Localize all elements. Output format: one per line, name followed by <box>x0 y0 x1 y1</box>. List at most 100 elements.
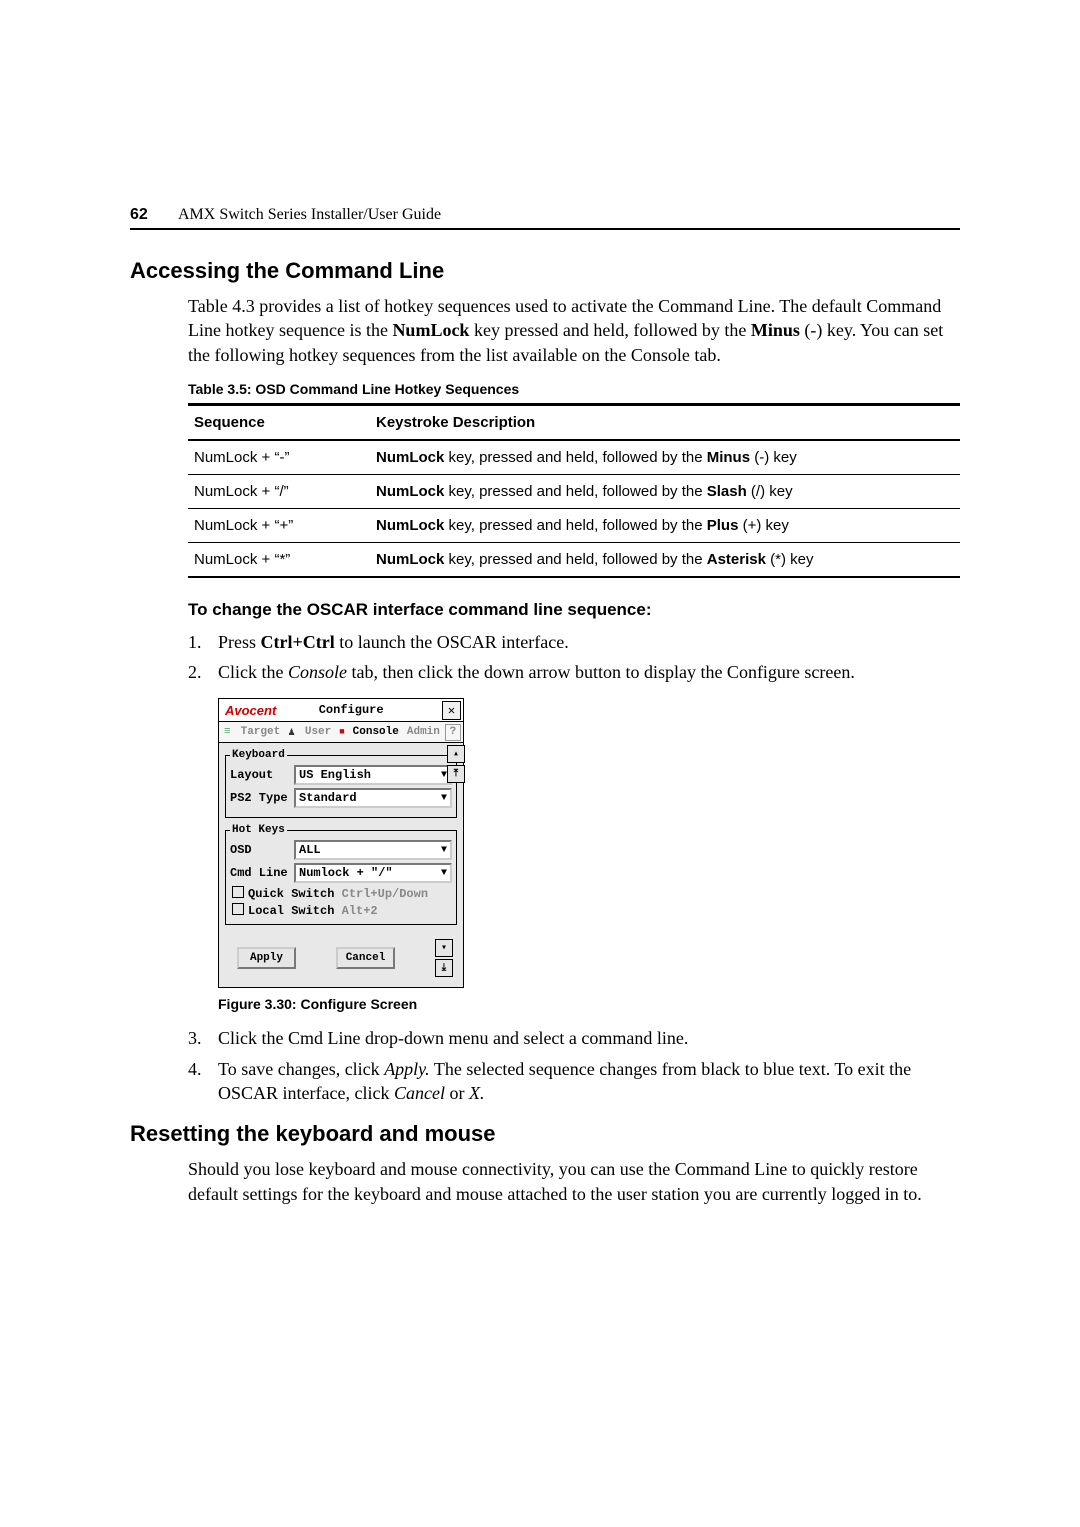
hotkeys-legend: Hot Keys <box>230 824 287 836</box>
text: (+) key <box>738 517 788 534</box>
configure-dialog: Avocent Configure ✕ Target User ■Console… <box>218 698 464 988</box>
text: Click the <box>218 662 288 682</box>
target-icon <box>221 726 236 738</box>
cmdline-intro: Table 4.3 provides a list of hotkey sequ… <box>188 294 960 367</box>
term-minus: Minus <box>751 320 800 340</box>
keyboard-group: Keyboard Layout US English▼ PS2 Type Sta… <box>225 749 457 818</box>
tab-bar: Target User ■Console Admin ? <box>219 722 463 743</box>
term: NumLock <box>376 483 444 500</box>
tab-admin[interactable]: Admin <box>404 726 443 738</box>
avocent-logo: Avocent <box>221 703 280 718</box>
header-divider <box>130 228 960 230</box>
text: (-) <box>800 320 827 340</box>
text: Press <box>218 632 261 652</box>
cell-seq: NumLock + “*” <box>188 542 370 577</box>
layout-dropdown[interactable]: US English▼ <box>294 765 452 785</box>
term: Cancel <box>394 1083 445 1103</box>
steps-1-2: Press Ctrl+Ctrl to launch the OSCAR inte… <box>188 630 960 685</box>
text: (/) key <box>747 483 793 500</box>
tab-user[interactable]: User <box>302 726 334 738</box>
table-row: NumLock + “+” NumLock key, pressed and h… <box>188 508 960 542</box>
ps2-dropdown[interactable]: Standard ▼ <box>294 788 452 808</box>
page-number: 62 <box>130 206 148 224</box>
table-row: NumLock + “*” NumLock key, pressed and h… <box>188 542 960 577</box>
term-numlock: NumLock <box>392 320 469 340</box>
ps2-value: Standard <box>299 791 357 805</box>
col-sequence: Sequence <box>188 404 370 440</box>
list-item: Click the Console tab, then click the do… <box>188 660 960 684</box>
text: tab, then click the down arrow button to… <box>347 662 855 682</box>
user-icon <box>285 725 300 739</box>
section-heading-cmdline: Accessing the Command Line <box>130 258 960 284</box>
local-switch-hint: Alt+2 <box>342 904 378 918</box>
scroll-top-button[interactable]: ⤒ <box>447 765 465 783</box>
text: (*) key <box>766 551 814 568</box>
hotkeys-group: Hot Keys OSD ALL ▼ Cmd Line Numlock + "/"… <box>225 824 457 925</box>
dialog-title: Configure <box>280 703 442 717</box>
quick-switch-checkbox[interactable] <box>232 886 244 898</box>
tab-console[interactable]: Console <box>350 726 402 738</box>
table-caption: Table 3.5: OSD Command Line Hotkey Seque… <box>188 381 960 397</box>
term: Apply. <box>384 1059 430 1079</box>
quick-switch-row[interactable]: Quick Switch Ctrl+Up/Down <box>232 886 452 901</box>
text: key, pressed and held, followed by the <box>444 517 706 534</box>
reset-para: Should you lose keyboard and mouse conne… <box>188 1157 960 1206</box>
term: Ctrl+Ctrl <box>261 632 335 652</box>
figure-caption: Figure 3.30: Configure Screen <box>218 996 960 1012</box>
scroll-down-button[interactable]: ▾ <box>435 939 453 957</box>
list-item: To save changes, click Apply. The select… <box>188 1057 960 1106</box>
cmdline-label: Cmd Line <box>230 866 294 880</box>
text: key, pressed and held, followed by the <box>444 551 706 568</box>
subheading-change-seq: To change the OSCAR interface command li… <box>188 600 960 620</box>
quick-switch-hint: Ctrl+Up/Down <box>342 887 428 901</box>
cell-desc: NumLock key, pressed and held, followed … <box>370 508 960 542</box>
text: or <box>445 1083 469 1103</box>
section-heading-reset: Resetting the keyboard and mouse <box>130 1121 960 1147</box>
cell-desc: NumLock key, pressed and held, followed … <box>370 474 960 508</box>
cancel-button[interactable]: Cancel <box>336 947 395 969</box>
help-button[interactable]: ? <box>445 724 461 741</box>
cmdline-dropdown[interactable]: Numlock + "/" ▼ <box>294 863 452 883</box>
table-row: NumLock + “-” NumLock key, pressed and h… <box>188 440 960 475</box>
text: To save changes, click <box>218 1059 384 1079</box>
term: X. <box>469 1083 485 1103</box>
term: NumLock <box>376 551 444 568</box>
text: key, pressed and held, followed by the <box>444 483 706 500</box>
guide-title: AMX Switch Series Installer/User Guide <box>178 206 441 224</box>
scroll-up-button[interactable]: ▴ <box>447 745 465 763</box>
cell-desc: NumLock key, pressed and held, followed … <box>370 440 960 475</box>
local-switch-row[interactable]: Local Switch Alt+2 <box>232 903 452 918</box>
chevron-down-icon: ▼ <box>441 845 447 856</box>
layout-label: Layout <box>230 768 294 782</box>
text: (-) key <box>750 449 797 466</box>
text: key pressed and held, followed by the <box>469 320 750 340</box>
term: Console <box>288 662 347 682</box>
osd-value: ALL <box>299 843 321 857</box>
term: Slash <box>707 483 747 500</box>
cmdline-value: Numlock + "/" <box>299 866 393 880</box>
cell-seq: NumLock + “+” <box>188 508 370 542</box>
apply-button[interactable]: Apply <box>237 947 296 969</box>
osd-dropdown[interactable]: ALL ▼ <box>294 840 452 860</box>
cell-desc: NumLock key, pressed and held, followed … <box>370 542 960 577</box>
chevron-down-icon: ▼ <box>441 793 447 804</box>
local-switch-checkbox[interactable] <box>232 903 244 915</box>
scroll-bottom-button[interactable]: ⤓ <box>435 959 453 977</box>
steps-3-4: Click the Cmd Line drop-down menu and se… <box>188 1026 960 1105</box>
hotkey-table: Sequence Keystroke Description NumLock +… <box>188 403 960 578</box>
term: Plus <box>707 517 739 534</box>
term: NumLock <box>376 517 444 534</box>
ps2-label: PS2 Type <box>230 791 294 805</box>
text: key, pressed and held, followed by the <box>444 449 706 466</box>
osd-label: OSD <box>230 843 294 857</box>
col-description: Keystroke Description <box>370 404 960 440</box>
chevron-down-icon: ▼ <box>441 868 447 879</box>
tab-target[interactable]: Target <box>238 726 284 738</box>
list-item: Press Ctrl+Ctrl to launch the OSCAR inte… <box>188 630 960 654</box>
text: to launch the OSCAR interface. <box>335 632 569 652</box>
list-item: Click the Cmd Line drop-down menu and se… <box>188 1026 960 1050</box>
cell-seq: NumLock + “-” <box>188 440 370 475</box>
close-button[interactable]: ✕ <box>442 701 461 720</box>
console-bullet-icon: ■ <box>336 727 347 737</box>
term: Asterisk <box>707 551 766 568</box>
